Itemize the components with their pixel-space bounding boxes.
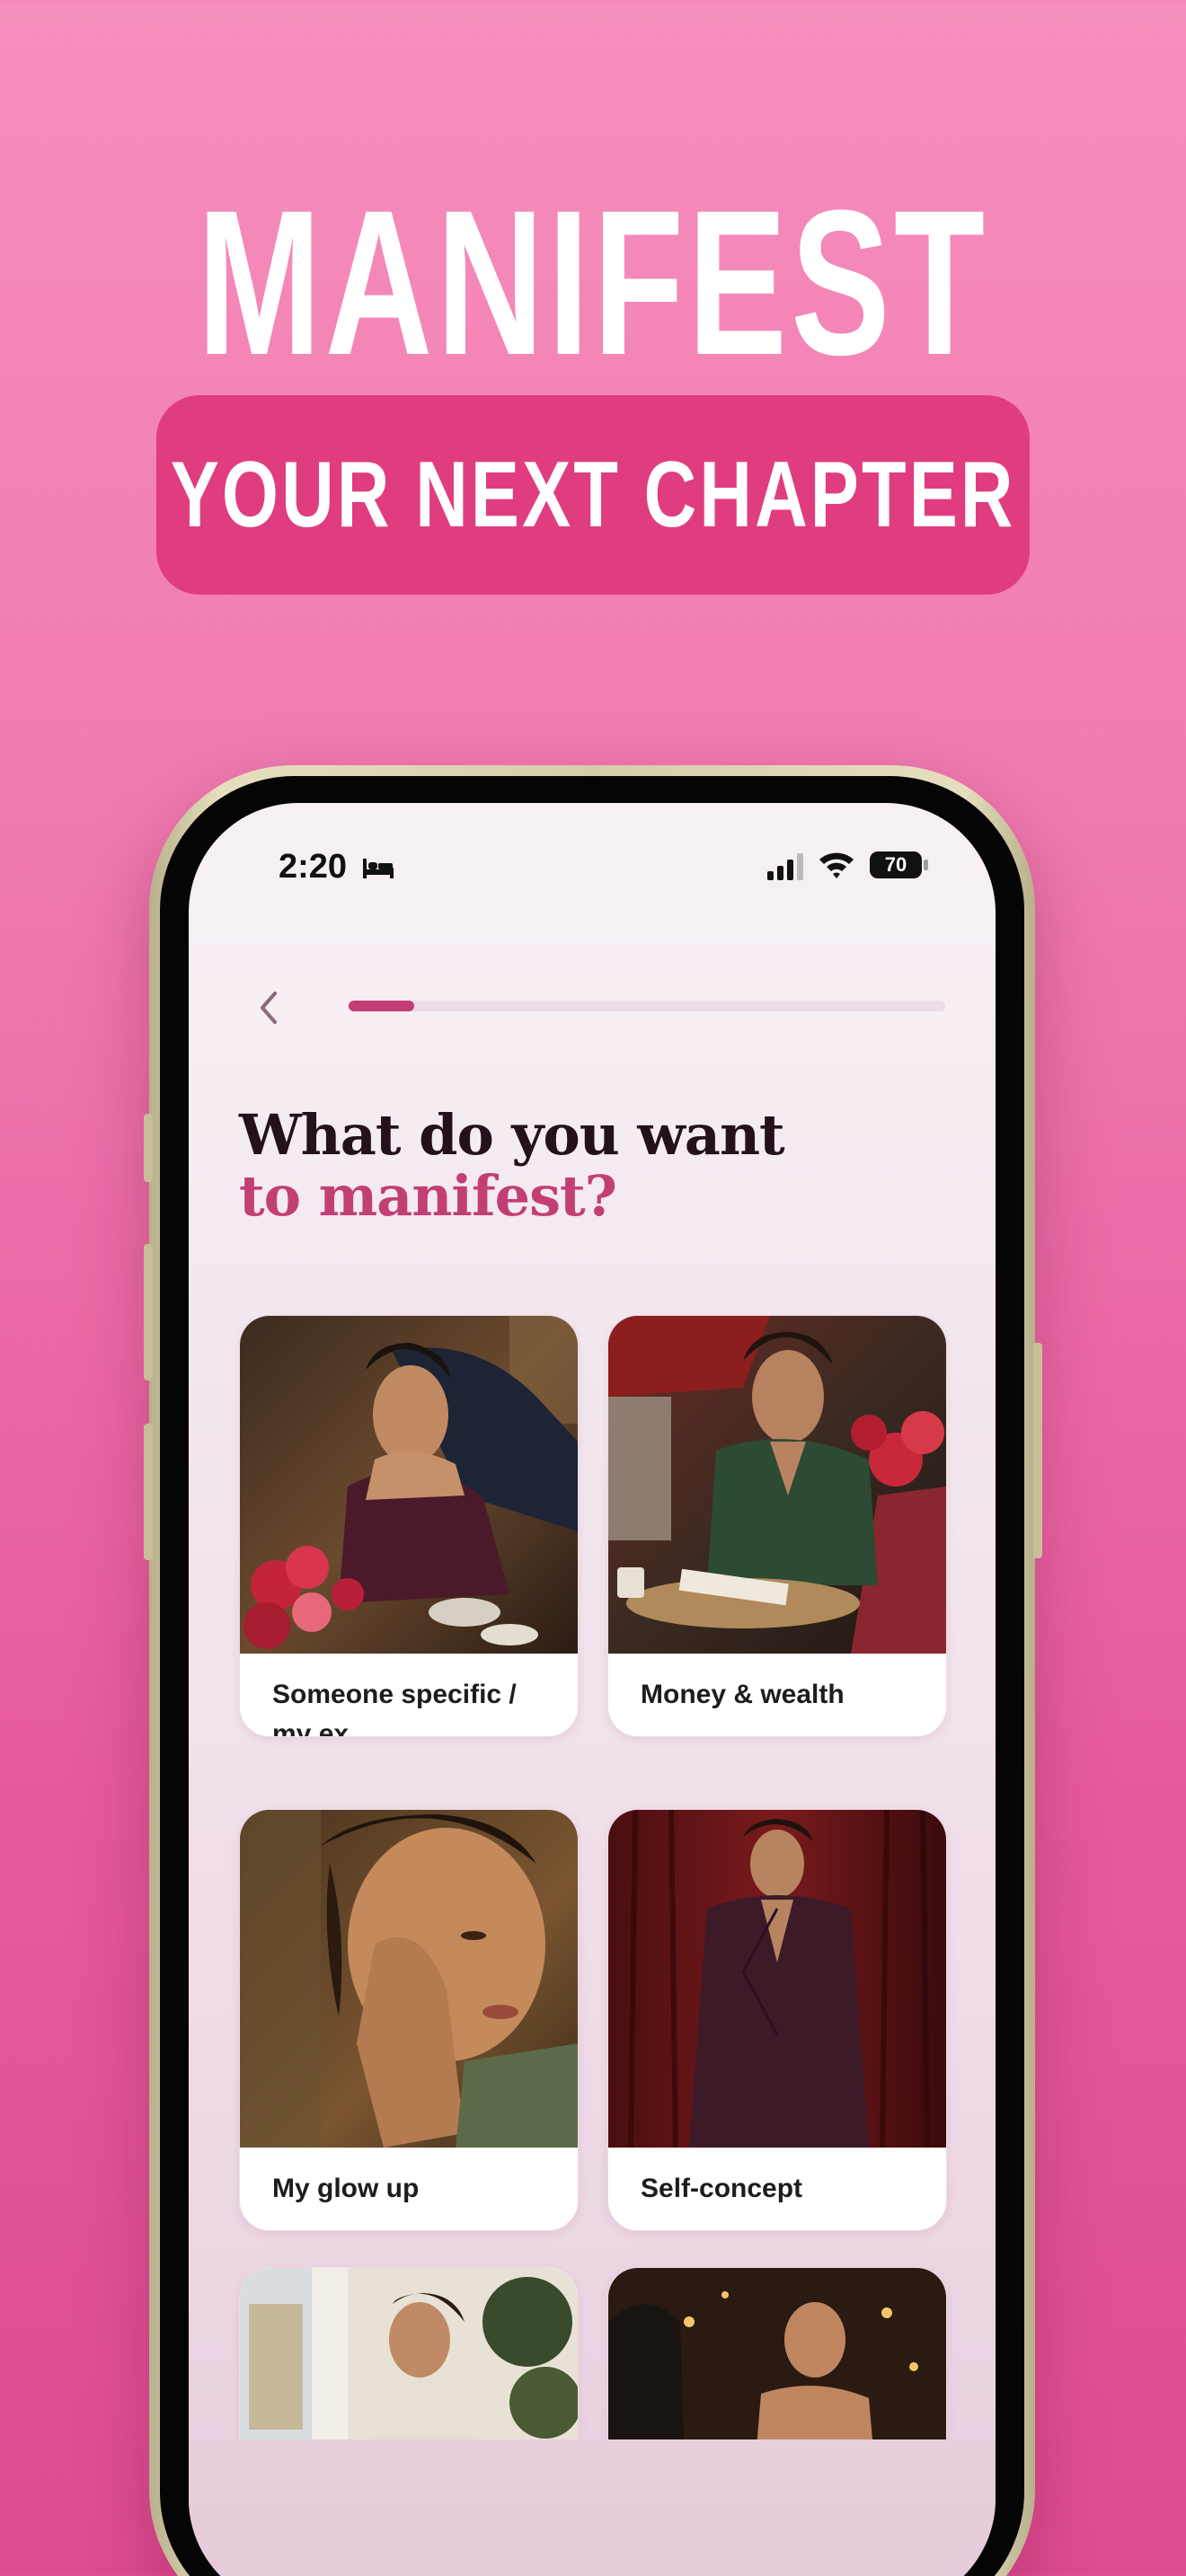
phone-power-button — [1033, 1343, 1042, 1558]
option-label: Self-concept — [641, 2174, 803, 2203]
phone-volume-up-button — [144, 1244, 153, 1381]
suit-curtains-photo — [608, 1810, 946, 2148]
phone-volume-down-button — [144, 1424, 153, 1560]
promo-headline: MANIFEST — [197, 167, 989, 398]
back-button[interactable] — [248, 988, 288, 1028]
battery-tip — [924, 860, 928, 870]
question-title: What do you want to manifest? — [239, 1102, 785, 1229]
battery-indicator: 70 — [870, 851, 922, 878]
promo-subheadline: YOUR NEXT CHAPTER — [170, 442, 1016, 547]
option-label: Money & wealth — [641, 1680, 845, 1709]
bed-icon — [363, 859, 394, 878]
cafe-journaling-photo — [608, 1316, 946, 1654]
status-time: 2:20 — [279, 848, 348, 886]
option-label: Someone specific / my ex — [272, 1680, 517, 1737]
option-card-someone-specific[interactable]: Someone specific / my ex — [239, 1315, 579, 1737]
question-title-line1: What do you want — [239, 1102, 785, 1168]
chevron-left-icon — [261, 992, 277, 1024]
option-card-glow-up[interactable]: My glow up — [239, 1809, 579, 2231]
promo-subheadline-pill: YOUR NEXT CHAPTER — [156, 395, 1030, 595]
wifi-icon — [819, 852, 854, 878]
onboarding-progress-bar — [349, 1001, 945, 1011]
screen-bottom-fade — [189, 2439, 996, 2576]
option-label: My glow up — [272, 2174, 420, 2203]
signal-icon — [767, 853, 803, 880]
phone-silent-switch — [144, 1114, 153, 1182]
question-title-highlight: to manifest? — [239, 1163, 617, 1229]
couple-lounge-photo — [240, 1316, 578, 1654]
option-card-self-concept[interactable]: Self-concept — [607, 1809, 947, 2231]
option-card-money-wealth[interactable]: Money & wealth — [607, 1315, 947, 1737]
glowing-skin-photo — [240, 1810, 578, 2148]
app-screen: 2:20 70 What do you want to manifest? So… — [189, 803, 996, 2576]
progress-fill — [349, 1001, 415, 1011]
